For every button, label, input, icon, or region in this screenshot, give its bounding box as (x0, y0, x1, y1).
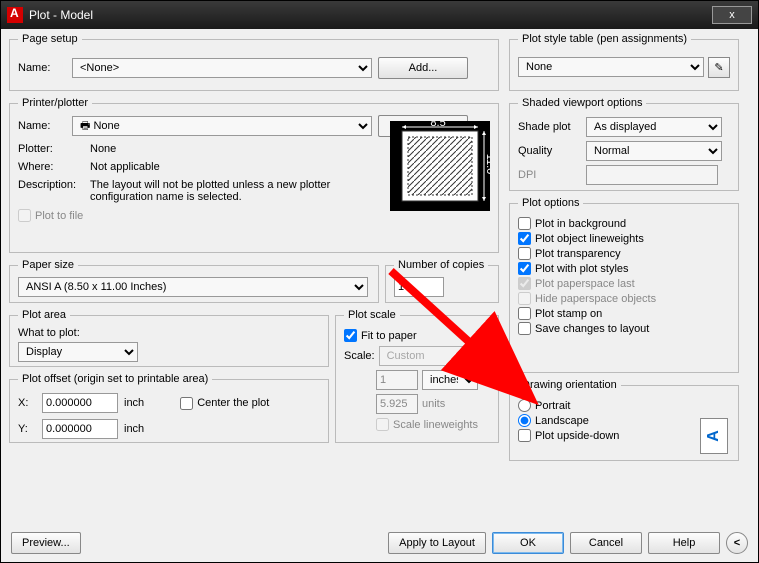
dpi-input (586, 165, 718, 185)
titlebar: Plot - Model x (1, 1, 758, 29)
landscape-radio[interactable] (518, 414, 531, 427)
shaded-legend: Shaded viewport options (518, 97, 646, 109)
printer-name-label: Name: (18, 120, 66, 132)
svg-text:8.5": 8.5" (430, 121, 449, 129)
plot-options-legend: Plot options (518, 197, 583, 209)
center-plot-checkbox[interactable] (180, 397, 193, 410)
plot-area-legend: Plot area (18, 309, 70, 321)
plot-area-group: Plot area What to plot: Display (9, 309, 329, 367)
x-unit: inch (124, 397, 144, 409)
plotter-value: None (90, 143, 116, 155)
style-edit-button[interactable]: ✎ (708, 57, 730, 78)
portrait-row[interactable]: Portrait (518, 399, 730, 412)
plot-dialog: Plot - Model x Page setup Name: <None> A… (0, 0, 759, 563)
opt-stamp[interactable]: Plot stamp on (518, 307, 730, 320)
plot-offset-legend: Plot offset (origin set to printable are… (18, 373, 212, 385)
plot-scale-legend: Plot scale (344, 309, 400, 321)
scale-lw-row: Scale lineweights (376, 418, 490, 431)
page-setup-name-select[interactable]: <None> (72, 58, 372, 78)
upside-checkbox[interactable] (518, 429, 531, 442)
pencil-icon: ✎ (714, 61, 723, 74)
paper-preview: 8.5" 11.0" (390, 121, 490, 211)
plot-options-group: Plot options Plot in background Plot obj… (509, 197, 739, 373)
x-label: X: (18, 397, 36, 409)
page-setup-legend: Page setup (18, 33, 82, 45)
paper-size-legend: Paper size (18, 259, 78, 271)
opt-lw[interactable]: Plot object lineweights (518, 232, 730, 245)
expand-button[interactable]: < (726, 532, 748, 554)
scale-num-input (376, 370, 418, 390)
center-plot-row[interactable]: Center the plot (180, 397, 269, 410)
add-button[interactable]: Add... (378, 57, 468, 79)
plot-offset-group: Plot offset (origin set to printable are… (9, 373, 329, 443)
paper-size-group: Paper size ANSI A (8.50 x 11.00 Inches) (9, 259, 379, 303)
upside-row[interactable]: Plot upside-down (518, 429, 730, 442)
fit-to-paper-checkbox[interactable] (344, 329, 357, 342)
portrait-radio[interactable] (518, 399, 531, 412)
chevron-left-icon: < (734, 537, 740, 549)
y-label: Y: (18, 423, 36, 435)
where-label: Where: (18, 161, 90, 173)
where-value: Not applicable (90, 161, 160, 173)
preview-button[interactable]: Preview... (11, 532, 81, 554)
ok-button[interactable]: OK (492, 532, 564, 554)
page-setup-name-label: Name: (18, 62, 66, 74)
opt-pspace: Plot paperspace last (518, 277, 730, 290)
quality-label: Quality (518, 145, 582, 157)
plot-to-file-checkbox (18, 209, 31, 222)
cancel-button[interactable]: Cancel (570, 532, 642, 554)
window-title: Plot - Model (29, 8, 712, 22)
landscape-row[interactable]: Landscape (518, 414, 730, 427)
x-input[interactable] (42, 393, 118, 413)
orientation-group: Drawing orientation Portrait Landscape P… (509, 379, 739, 461)
scale-den-input (376, 394, 418, 414)
printer-name-select[interactable]: 🖶 None (72, 116, 372, 136)
shade-plot-label: Shade plot (518, 121, 582, 133)
bottom-bar: Preview... Apply to Layout OK Cancel Hel… (11, 532, 748, 554)
scale-label: Scale: (344, 350, 375, 362)
plot-scale-group: Plot scale Fit to paper Scale: Custom in… (335, 309, 499, 443)
opt-styles[interactable]: Plot with plot styles (518, 262, 730, 275)
quality-select[interactable]: Normal (586, 141, 722, 161)
orientation-preview-icon: A (700, 418, 728, 454)
opt-trans[interactable]: Plot transparency (518, 247, 730, 260)
orientation-legend: Drawing orientation (518, 379, 621, 391)
scale-unit-select[interactable]: inches (422, 370, 478, 390)
what-to-plot-label: What to plot: (18, 327, 320, 339)
plotter-label: Plotter: (18, 143, 90, 155)
printer-group: Printer/plotter Name: 🖶 None Properties.… (9, 97, 499, 253)
scale-select: Custom (379, 346, 485, 366)
desc-label: Description: (18, 179, 90, 203)
paper-size-select[interactable]: ANSI A (8.50 x 11.00 Inches) (18, 277, 368, 297)
apply-layout-button[interactable]: Apply to Layout (388, 532, 486, 554)
printer-legend: Printer/plotter (18, 97, 92, 109)
fit-to-paper-row[interactable]: Fit to paper (344, 329, 490, 342)
style-table-legend: Plot style table (pen assignments) (518, 33, 691, 45)
shaded-group: Shaded viewport options Shade plot As di… (509, 97, 739, 191)
dpi-label: DPI (518, 169, 582, 181)
equals-label: = (482, 374, 488, 386)
copies-input[interactable] (394, 277, 444, 297)
help-button[interactable]: Help (648, 532, 720, 554)
y-input[interactable] (42, 419, 118, 439)
scale-lw-checkbox (376, 418, 389, 431)
plot-area-select[interactable]: Display (18, 342, 138, 362)
opt-hide: Hide paperspace objects (518, 292, 730, 305)
opt-save[interactable]: Save changes to layout (518, 322, 730, 335)
copies-group: Number of copies (385, 259, 499, 303)
den-unit-label: units (422, 398, 445, 410)
opt-bg[interactable]: Plot in background (518, 217, 730, 230)
desc-value: The layout will not be plotted unless a … (90, 179, 360, 203)
style-table-select[interactable]: None (518, 57, 704, 77)
style-table-group: Plot style table (pen assignments) None … (509, 33, 739, 91)
close-button[interactable]: x (712, 6, 752, 24)
page-setup-group: Page setup Name: <None> Add... (9, 33, 499, 91)
y-unit: inch (124, 423, 144, 435)
shade-plot-select[interactable]: As displayed (586, 117, 722, 137)
svg-text:11.0": 11.0" (484, 154, 490, 179)
copies-legend: Number of copies (394, 259, 488, 271)
app-icon (7, 7, 23, 23)
